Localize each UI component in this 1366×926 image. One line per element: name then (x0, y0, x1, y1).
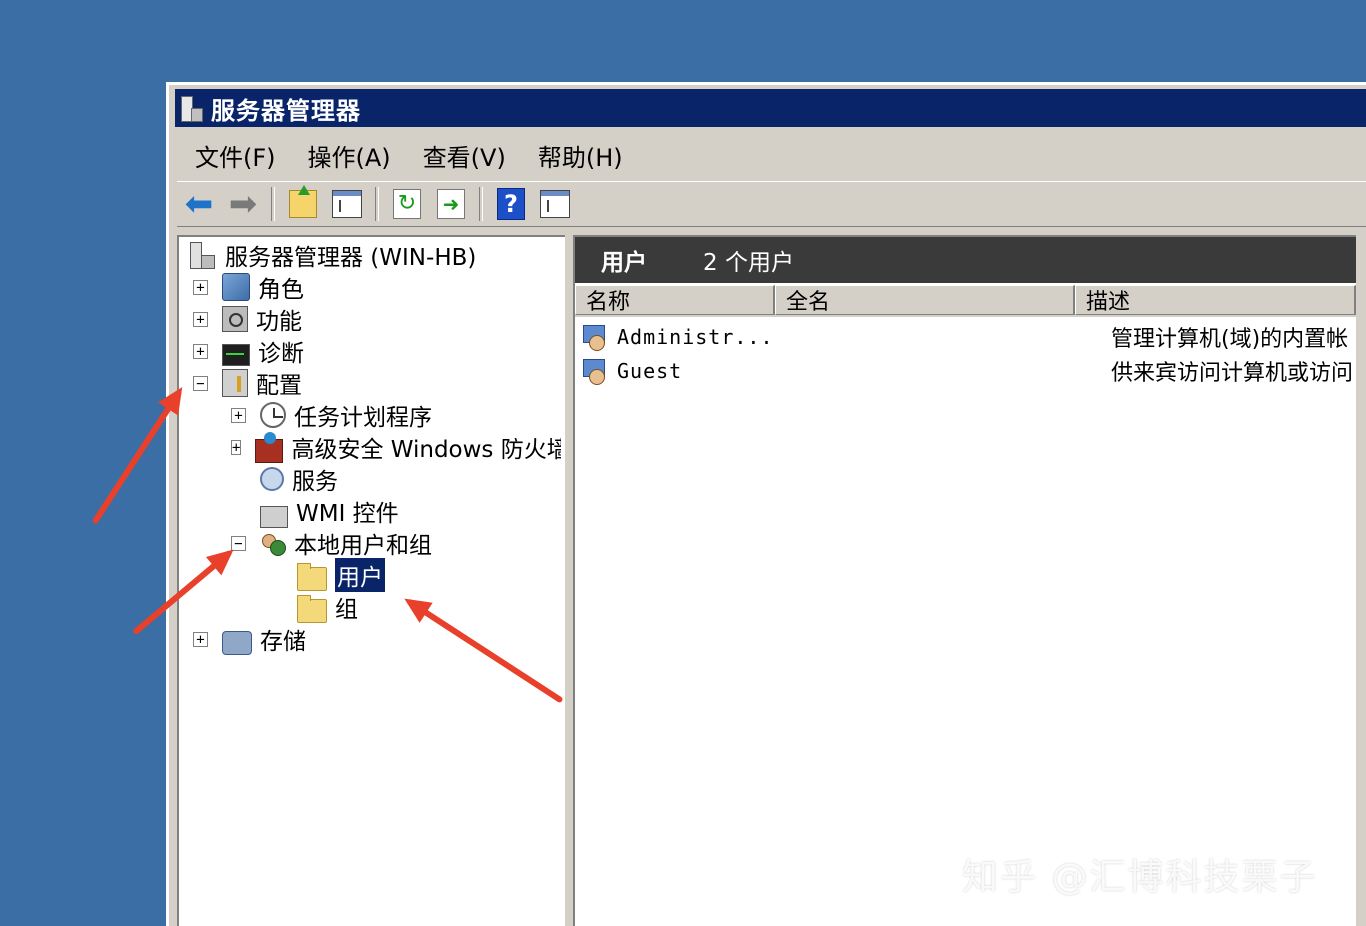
server-manager-window: 服务器管理器 文件(F) 操作(A) 查看(V) 帮助(H) ⬅ ➡ ↻ ➜ ?… (166, 82, 1366, 926)
menu-view[interactable]: 查看(V) (423, 138, 506, 173)
user-description: 管理计算机(域)的内置帐 (1111, 327, 1349, 352)
forward-arrow-icon: ➡ (228, 184, 258, 224)
help-icon: ? (497, 188, 525, 220)
tree-item-configuration[interactable]: − 配置 (193, 367, 302, 399)
help-button[interactable]: ? (491, 185, 531, 223)
user-name: Guest (617, 359, 683, 383)
user-icon (581, 323, 609, 351)
refresh-icon: ↻ (393, 189, 421, 219)
up-level-button[interactable] (283, 185, 323, 223)
results-title: 用户 (601, 250, 647, 276)
up-folder-icon (289, 185, 317, 218)
tree-item-roles[interactable]: + 角色 (193, 271, 304, 303)
diagnostics-icon (222, 344, 250, 366)
menu-help[interactable]: 帮助(H) (538, 138, 623, 173)
tree-item-storage[interactable]: + 存储 (193, 623, 306, 655)
toolbar: ⬅ ➡ ↻ ➜ ? (177, 181, 1366, 227)
collapse-configuration-toggle[interactable]: − (193, 375, 208, 391)
results-header: 用户 2 个用户 (575, 237, 1356, 283)
tree-label-features: 功能 (256, 309, 302, 335)
tree-item-root[interactable]: 服务器管理器 (WIN-HB) (187, 239, 476, 271)
tree-label-configuration: 配置 (256, 373, 302, 399)
back-arrow-icon: ⬅ (184, 184, 214, 224)
expand-features-toggle[interactable]: + (193, 311, 208, 327)
folder-icon (297, 595, 327, 623)
results-count: 2 个用户 (703, 250, 794, 276)
action-pane-icon (540, 190, 570, 218)
tree-item-local-users-groups[interactable]: − 本地用户和组 (231, 527, 432, 559)
expand-firewall-toggle[interactable]: + (231, 439, 242, 455)
menu-action[interactable]: 操作(A) (308, 138, 391, 173)
menu-file[interactable]: 文件(F) (195, 138, 276, 173)
tree-label-storage: 存储 (260, 629, 306, 655)
tree-label-local-users-groups: 本地用户和组 (294, 533, 432, 559)
tree-label-services: 服务 (292, 469, 338, 495)
export-list-button[interactable]: ➜ (431, 185, 471, 223)
console-tree-icon (332, 190, 362, 218)
tree-label-firewall: 高级安全 Windows 防火墙 (291, 437, 561, 463)
title-bar[interactable]: 服务器管理器 (175, 89, 1366, 127)
list-item[interactable]: Guest 供来宾访问计算机或访问 (581, 355, 1356, 387)
console-tree: 服务器管理器 (WIN-HB) + 角色 + 功能 + 诊断 − 配置 + 任务… (177, 235, 565, 926)
tree-label-diagnostics: 诊断 (258, 341, 304, 367)
column-header-name[interactable]: 名称 (575, 285, 775, 315)
forward-button[interactable]: ➡ (223, 184, 263, 224)
storage-icon (222, 631, 252, 655)
tree-item-diagnostics[interactable]: + 诊断 (193, 335, 304, 367)
tree-label-wmi: WMI 控件 (296, 501, 399, 527)
user-icon (581, 357, 609, 385)
tree-item-firewall[interactable]: + 高级安全 Windows 防火墙 (231, 431, 561, 463)
firewall-icon (255, 432, 284, 463)
show-hide-action-pane-button[interactable] (535, 185, 575, 223)
menu-bar: 文件(F) 操作(A) 查看(V) 帮助(H) (177, 133, 1366, 177)
toolbar-separator (271, 187, 275, 221)
tree-item-groups[interactable]: 组 (297, 591, 358, 623)
folder-icon (297, 563, 327, 591)
back-button[interactable]: ⬅ (179, 184, 219, 224)
wmi-control-icon (260, 506, 288, 528)
toolbar-separator (375, 187, 379, 221)
user-name: Administr... (617, 325, 774, 349)
expand-roles-toggle[interactable]: + (193, 279, 208, 295)
services-gear-icon (260, 467, 284, 491)
server-icon (187, 241, 217, 269)
column-header-fullname[interactable]: 全名 (775, 285, 1075, 315)
list-item[interactable]: Administr... 管理计算机(域)的内置帐 (581, 321, 1356, 353)
tree-label-groups: 组 (335, 597, 358, 623)
tree-item-services[interactable]: 服务 (231, 463, 338, 495)
server-manager-icon (179, 94, 203, 122)
tree-item-users[interactable]: 用户 (297, 558, 385, 592)
tree-item-features[interactable]: + 功能 (193, 303, 302, 335)
tree-label-users: 用户 (335, 558, 385, 592)
toolbar-separator (479, 187, 483, 221)
roles-icon (222, 273, 250, 301)
results-pane: 用户 2 个用户 名称 全名 描述 Administr... 管理计算机(域)的… (573, 235, 1356, 926)
tree-label-task-scheduler: 任务计划程序 (294, 405, 432, 431)
tree-item-task-scheduler[interactable]: + 任务计划程序 (231, 399, 432, 431)
column-headers: 名称 全名 描述 (575, 285, 1356, 317)
refresh-button[interactable]: ↻ (387, 185, 427, 223)
clock-icon (260, 402, 286, 428)
expand-task-scheduler-toggle[interactable]: + (231, 407, 246, 423)
expand-diagnostics-toggle[interactable]: + (193, 343, 208, 359)
configuration-icon (222, 369, 248, 397)
tree-label-roles: 角色 (258, 277, 304, 303)
column-header-description[interactable]: 描述 (1075, 285, 1356, 315)
user-description: 供来宾访问计算机或访问 (1111, 361, 1354, 386)
window-title: 服务器管理器 (211, 96, 361, 125)
tree-label-root: 服务器管理器 (WIN-HB) (225, 245, 477, 271)
watermark: 知乎 @汇博科技栗子 (962, 857, 1318, 898)
expand-storage-toggle[interactable]: + (193, 631, 208, 647)
show-hide-tree-button[interactable] (327, 185, 367, 223)
tree-item-wmi[interactable]: WMI 控件 (231, 495, 399, 528)
features-icon (222, 306, 248, 332)
export-icon: ➜ (437, 189, 465, 219)
users-groups-icon (260, 530, 286, 556)
